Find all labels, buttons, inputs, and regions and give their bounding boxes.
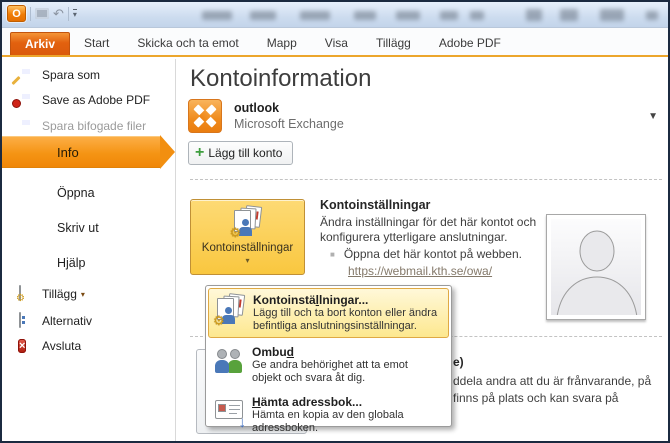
- account-type: Microsoft Exchange: [234, 117, 344, 131]
- qat-separator: [30, 7, 31, 21]
- backstage-view: Spara som Save as Adobe PDF Spara bifoga…: [2, 59, 668, 441]
- tab-mapp[interactable]: Mapp: [253, 32, 311, 55]
- qat-customize-caret-icon[interactable]: ▾: [73, 9, 77, 18]
- save-attachments-icon: [18, 118, 34, 134]
- plus-icon: +: [195, 146, 204, 160]
- sidebar-item-avsluta[interactable]: × Avsluta: [2, 335, 175, 357]
- settings-description: konfigurera ytterligare anslutningar.: [320, 230, 507, 244]
- blurred-title-text: [354, 11, 376, 20]
- options-icon: [18, 313, 34, 329]
- sidebar-item-skriv-ut[interactable]: Skriv ut: [2, 217, 175, 239]
- ribbon-tab-row: Arkiv Start Skicka och ta emot Mapp Visa…: [2, 28, 668, 57]
- account-settings-button[interactable]: ⚙ Kontoinställningar ▾: [190, 199, 305, 275]
- blurred-titlebar-icon: [646, 11, 658, 20]
- tab-adobe-pdf[interactable]: Adobe PDF: [425, 32, 515, 55]
- menu-item-description: Hämta en kopia av den globalaadressboken…: [252, 409, 445, 435]
- account-settings-menu: ⚙ Kontoinställningar... Lägg till och ta…: [205, 285, 452, 427]
- menu-item-hamta-adressbok[interactable]: ↓ Hämta adressbok... Hämta en kopia av d…: [208, 391, 449, 439]
- delegates-icon: [214, 346, 246, 378]
- chevron-down-icon: ▾: [81, 290, 85, 299]
- menu-item-title: Ombud: [252, 345, 445, 359]
- account-settings-icon: ⚙: [215, 294, 247, 326]
- blurred-title-text: [440, 11, 458, 20]
- blurred-title-text: [470, 11, 484, 20]
- webmail-link[interactable]: https://webmail.kth.se/owa/: [348, 264, 492, 278]
- account-settings-button-label: Kontoinställningar: [202, 242, 293, 254]
- page-title: Kontoinformation: [190, 65, 371, 93]
- exit-icon: ×: [18, 338, 34, 354]
- backstage-sidebar: Spara som Save as Adobe PDF Spara bifoga…: [2, 59, 176, 441]
- info-selected-arrow: [160, 135, 175, 169]
- quick-access-toolbar: O ↶ ▾: [7, 5, 77, 22]
- outlook-app-icon[interactable]: O: [7, 5, 26, 22]
- add-account-button[interactable]: + Lägg till konto: [188, 141, 293, 165]
- sidebar-item-save-as-adobe-pdf[interactable]: Save as Adobe PDF: [2, 89, 175, 111]
- menu-item-title: Kontoinställningar...: [253, 293, 444, 307]
- blurred-titlebar-icon: [600, 9, 624, 21]
- sidebar-item-spara-bifogade-filer: Spara bifogade filer: [2, 115, 175, 137]
- menu-item-description: Ge andra behörighet att ta emotobjekt oc…: [252, 359, 445, 385]
- tab-skicka-och-ta-emot[interactable]: Skicka och ta emot: [123, 32, 252, 55]
- menu-item-kontoinstallningar[interactable]: ⚙ Kontoinställningar... Lägg till och ta…: [208, 288, 449, 338]
- sidebar-item-tillagg[interactable]: ⚙ Tillägg ▾: [2, 283, 175, 305]
- sidebar-item-oppna[interactable]: Öppna: [2, 182, 175, 204]
- tab-start[interactable]: Start: [70, 32, 123, 55]
- account-dropdown-caret-icon[interactable]: ▼: [648, 111, 658, 122]
- tab-arkiv[interactable]: Arkiv: [10, 32, 70, 55]
- settings-heading: Kontoinställningar: [320, 198, 430, 212]
- tab-visa[interactable]: Visa: [311, 32, 362, 55]
- addins-icon: ⚙: [18, 286, 34, 302]
- user-avatar: [546, 214, 646, 320]
- covered-heading-fragment: e): [453, 355, 464, 369]
- save-pdf-icon: [18, 92, 34, 108]
- account-selector[interactable]: outlook Microsoft Exchange ▼: [188, 99, 662, 137]
- section-separator: [190, 179, 662, 180]
- covered-text-fragment: finns på plats och kan svara på: [453, 391, 618, 405]
- menu-item-title: Hämta adressbok...: [252, 395, 445, 409]
- save-as-icon: [18, 67, 34, 83]
- add-account-label: Lägg till konto: [208, 146, 282, 160]
- address-book-icon: ↓: [214, 396, 246, 428]
- menu-item-description: Lägg till och ta bort konton eller ändra…: [253, 307, 444, 333]
- undo-icon[interactable]: ↶: [53, 7, 64, 21]
- blurred-title-text: [396, 11, 420, 20]
- tab-tillagg[interactable]: Tillägg: [362, 32, 425, 55]
- account-information-panel: Kontoinformation outlook Microsoft Excha…: [176, 59, 668, 441]
- sidebar-item-spara-som[interactable]: Spara som: [2, 64, 175, 86]
- menu-item-ombud[interactable]: Ombud Ge andra behörighet att ta emotobj…: [208, 341, 449, 389]
- blurred-title-text: [250, 11, 276, 20]
- account-settings-icon: ⚙: [232, 206, 264, 238]
- blurred-title-text: [300, 11, 330, 20]
- sidebar-item-info[interactable]: Info: [2, 136, 160, 168]
- sidebar-item-hjalp[interactable]: Hjälp: [2, 252, 175, 274]
- blurred-title-text: [202, 11, 232, 20]
- qat-separator: [68, 7, 69, 21]
- exchange-account-icon: [188, 99, 222, 133]
- bullet-icon: ■: [330, 250, 335, 259]
- open-on-web-text: Öppna det här kontot på webben.: [344, 247, 522, 261]
- outlook-window: O ↶ ▾ Arkiv Start Skicka och ta emot Map…: [0, 0, 670, 443]
- account-name: outlook: [234, 101, 279, 115]
- send-receive-icon[interactable]: [35, 8, 49, 19]
- open-on-web-bullet: ■ Öppna det här kontot på webben.: [330, 247, 522, 261]
- chevron-down-icon: ▾: [245, 256, 249, 265]
- titlebar: O ↶ ▾: [2, 2, 668, 28]
- sidebar-item-alternativ[interactable]: Alternativ: [2, 310, 175, 332]
- blurred-titlebar-icon: [526, 9, 542, 21]
- blurred-titlebar-icon: [560, 9, 578, 21]
- covered-text-fragment: ddela andra att du är frånvarande, på: [453, 374, 651, 388]
- settings-description: Ändra inställningar för det här kontot o…: [320, 215, 536, 229]
